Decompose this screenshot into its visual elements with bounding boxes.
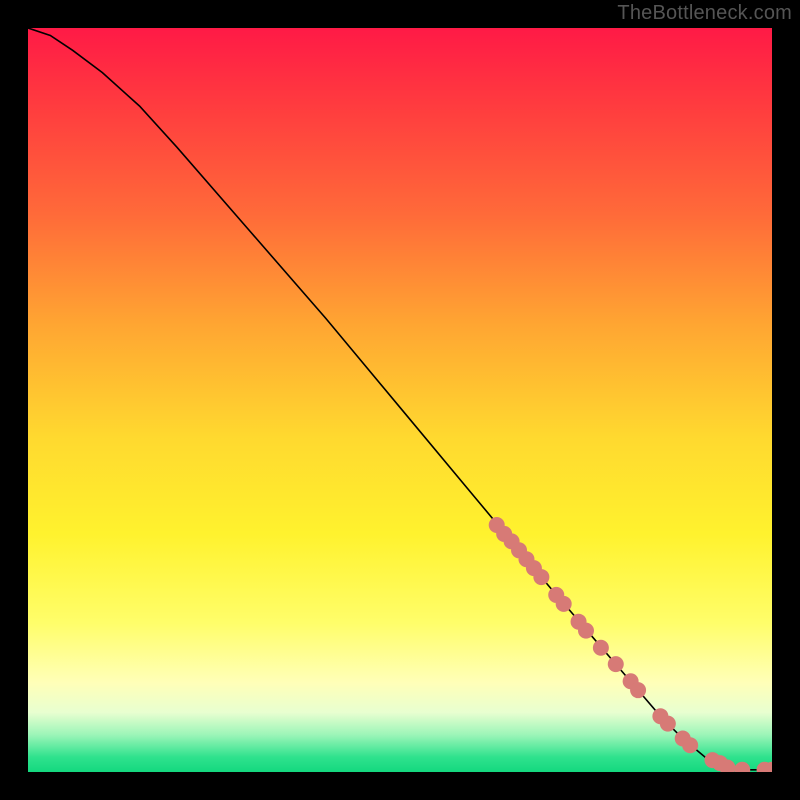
chart-frame: TheBottleneck.com [0,0,800,800]
watermark-text: TheBottleneck.com [617,2,792,25]
chart-background-gradient [28,28,772,772]
